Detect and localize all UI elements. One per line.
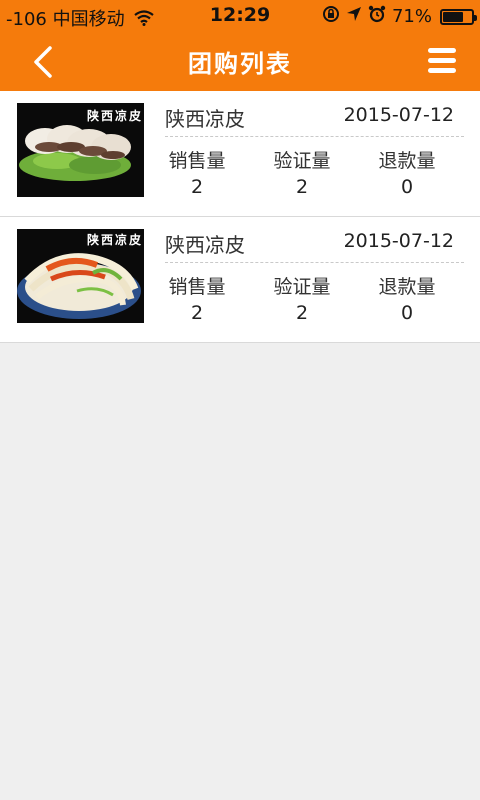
item-name: 陕西凉皮 bbox=[165, 233, 245, 257]
navigation-bar: 团购列表 bbox=[0, 32, 480, 91]
hamburger-menu-icon bbox=[428, 68, 456, 73]
stat-refunds: 退款量 0 bbox=[367, 146, 447, 198]
status-bar: -106 中国移动 12:29 71% bbox=[0, 0, 480, 32]
product-image: 陕西凉皮 bbox=[17, 103, 144, 197]
stat-refunds: 退款量 0 bbox=[367, 272, 447, 324]
stat-value: 2 bbox=[295, 176, 309, 198]
alarm-clock-icon bbox=[368, 5, 386, 28]
item-date: 2015-07-12 bbox=[343, 104, 454, 126]
page-title: 团购列表 bbox=[188, 50, 292, 78]
stat-label: 验证量 bbox=[273, 276, 331, 298]
battery-icon bbox=[440, 8, 477, 25]
stat-label: 验证量 bbox=[273, 150, 331, 172]
divider bbox=[165, 136, 464, 137]
hamburger-menu-icon bbox=[428, 48, 456, 53]
stat-sales: 销售量 2 bbox=[157, 272, 237, 324]
stat-label: 退款量 bbox=[378, 276, 436, 298]
hamburger-menu-icon bbox=[428, 58, 456, 63]
battery-fill bbox=[443, 11, 463, 22]
stat-verified: 验证量 2 bbox=[262, 146, 342, 198]
item-date: 2015-07-12 bbox=[343, 230, 454, 252]
location-arrow-icon bbox=[346, 6, 362, 27]
stat-value: 2 bbox=[190, 176, 204, 198]
list-item[interactable]: 陕西凉皮 陕西凉皮 2015-07-12 销售量 2 验证量 2 退款量 0 bbox=[0, 91, 480, 217]
header-bar: -106 中国移动 12:29 71% 团购列表 bbox=[0, 0, 480, 91]
stat-value: 0 bbox=[400, 302, 414, 324]
stat-label: 退款量 bbox=[378, 150, 436, 172]
group-buy-list: 陕西凉皮 陕西凉皮 2015-07-12 销售量 2 验证量 2 退款量 0 陕… bbox=[0, 91, 480, 343]
stat-verified: 验证量 2 bbox=[262, 272, 342, 324]
battery-percent: 71% bbox=[391, 6, 432, 27]
product-image: 陕西凉皮 bbox=[17, 229, 144, 323]
divider bbox=[165, 262, 464, 263]
stat-value: 2 bbox=[295, 302, 309, 324]
image-caption: 陕西凉皮 bbox=[87, 232, 143, 247]
list-item[interactable]: 陕西凉皮 陕西凉皮 2015-07-12 销售量 2 验证量 2 退款量 0 bbox=[0, 217, 480, 343]
stat-value: 2 bbox=[190, 302, 204, 324]
rotation-lock-icon bbox=[322, 5, 340, 28]
stat-sales: 销售量 2 bbox=[157, 146, 237, 198]
status-right: 71% bbox=[322, 5, 477, 28]
stat-label: 销售量 bbox=[168, 276, 226, 298]
image-caption: 陕西凉皮 bbox=[87, 108, 143, 123]
menu-button[interactable] bbox=[428, 48, 456, 74]
stat-label: 销售量 bbox=[168, 150, 226, 172]
stat-value: 0 bbox=[400, 176, 414, 198]
item-name: 陕西凉皮 bbox=[165, 107, 245, 131]
